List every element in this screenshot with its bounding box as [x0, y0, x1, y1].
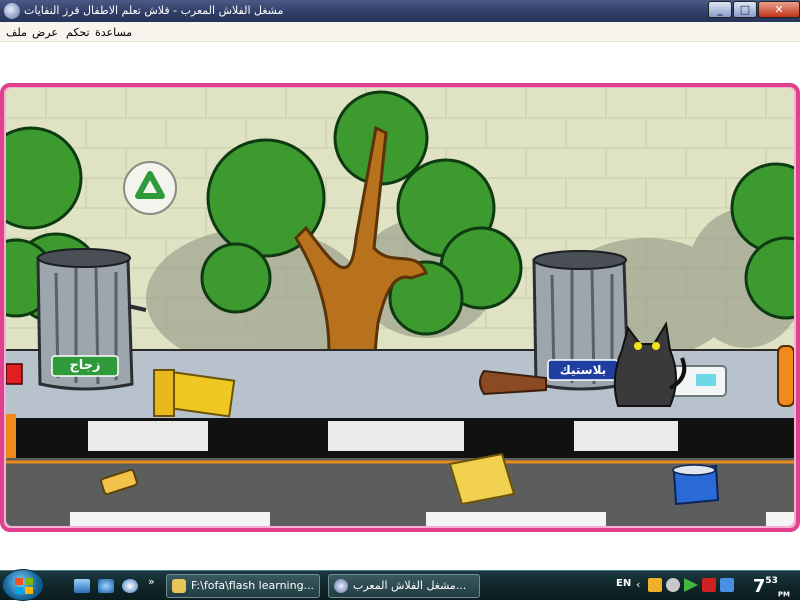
network-icon[interactable]: [720, 578, 734, 592]
close-button[interactable]: ✕: [758, 1, 800, 18]
taskbar-item-explorer[interactable]: F:\fofa\flash learning...: [166, 574, 320, 598]
menu-help[interactable]: مساعدة: [95, 26, 132, 39]
glass-bin-label: زجاج: [69, 358, 101, 373]
menu-file[interactable]: ملف: [6, 26, 27, 39]
clock[interactable]: 753 PM: [753, 576, 790, 599]
antivirus-icon[interactable]: [702, 578, 716, 592]
clock-hour: 7: [752, 576, 766, 597]
game-scene[interactable]: زجاج بلاستيك: [6, 88, 794, 526]
minimize-button[interactable]: _: [708, 1, 732, 18]
show-desktop-icon[interactable]: [74, 579, 90, 593]
task-label: مشغل الفلاش المعرب...: [353, 579, 467, 592]
menu-control[interactable]: تحكم: [66, 26, 90, 39]
media-player-icon[interactable]: [122, 579, 138, 593]
taskbar-item-flash-player[interactable]: مشغل الفلاش المعرب...: [328, 574, 480, 598]
menu-view[interactable]: عرض: [32, 26, 58, 39]
chevron-icon[interactable]: »: [148, 575, 155, 588]
internet-explorer-icon[interactable]: [98, 579, 114, 593]
app-icon: [4, 3, 20, 19]
window-title: مشغل الفلاش المعرب - فلاش تعلم الاطفال ف…: [24, 4, 284, 17]
windows-logo-icon: [15, 578, 33, 594]
tray-app-icon[interactable]: [648, 578, 662, 592]
start-button[interactable]: [2, 569, 44, 601]
folder-icon: [172, 579, 186, 593]
language-indicator[interactable]: EN: [616, 578, 631, 589]
clock-minute: 53: [765, 576, 778, 586]
plastic-bin-label: بلاستيك: [559, 363, 607, 377]
clock-period: PM: [777, 590, 790, 599]
title-bar[interactable]: مشغل الفلاش المعرب - فلاش تعلم الاطفال ف…: [0, 0, 800, 22]
taskbar: » F:\fofa\flash learning... مشغل الفلاش …: [0, 569, 800, 601]
task-label: F:\fofa\flash learning...: [191, 579, 315, 592]
maximize-button[interactable]: □: [733, 1, 757, 18]
play-icon[interactable]: [684, 578, 698, 592]
system-tray: EN ‹ 753 PM: [614, 573, 800, 599]
scene-illustration: [6, 88, 794, 526]
tray-expand-icon[interactable]: ‹: [636, 578, 640, 591]
user-icon[interactable]: [666, 578, 680, 592]
recycle-icon: [123, 161, 177, 215]
flash-player-icon: [334, 579, 348, 593]
menu-bar: ملف عرض تحكم مساعدة: [0, 22, 800, 42]
